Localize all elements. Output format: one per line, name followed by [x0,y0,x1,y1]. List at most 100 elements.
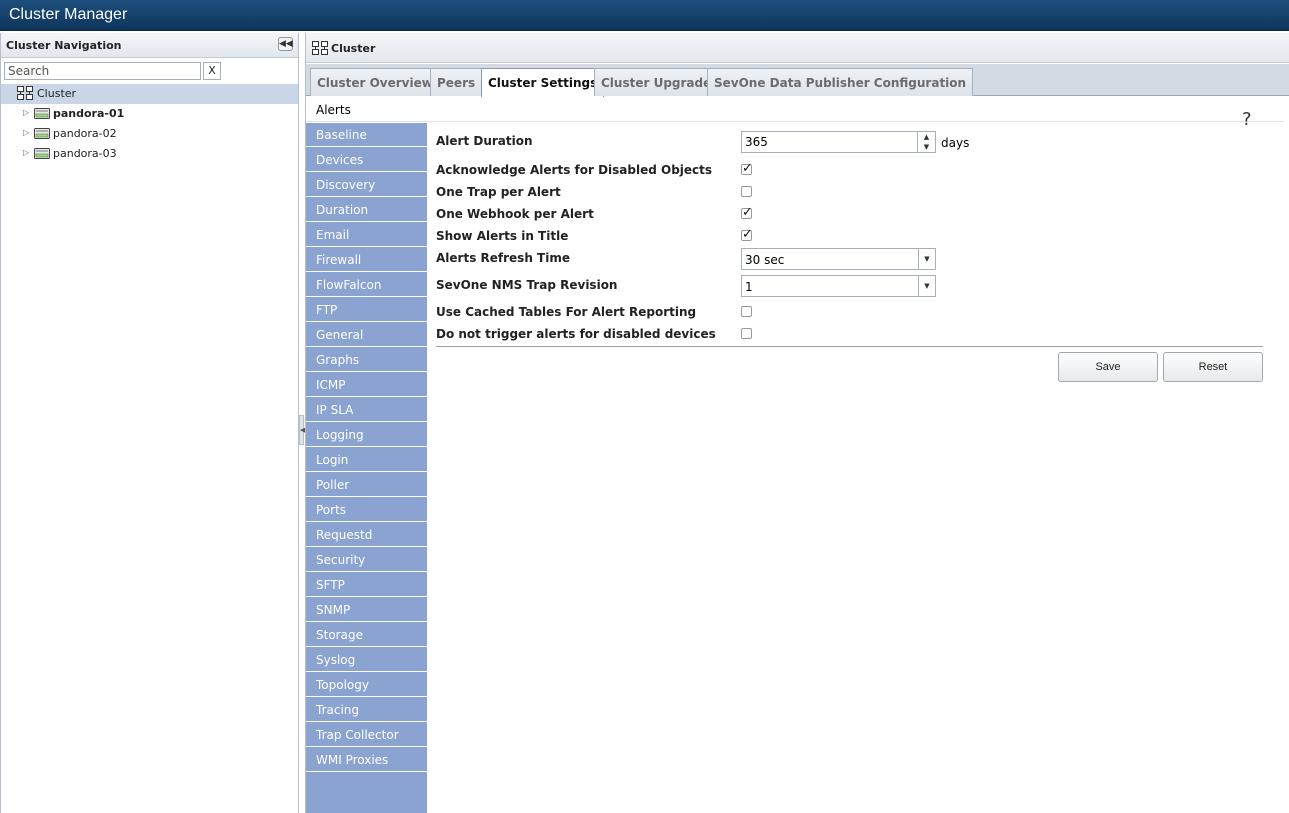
settings-nav-item-firewall[interactable]: Firewall [306,248,427,272]
trap-revision-row: SevOne NMS Trap Revision 1 ▼ [436,275,1266,297]
one-trap-checkbox[interactable] [741,186,752,197]
settings-nav-item-devices[interactable]: Devices [306,148,427,172]
server-icon [34,146,50,163]
alert-duration-value: 365 [745,135,768,149]
spinner-arrows-icon[interactable]: ▲ ▼ [917,132,935,152]
cluster-icon [17,86,33,103]
refresh-time-row: Alerts Refresh Time 30 sec ▼ [436,248,1266,270]
settings-subheader: Alerts [306,97,1284,122]
settings-nav-item-ports[interactable]: Ports [306,498,427,522]
settings-nav-item-tracing[interactable]: Tracing [306,698,427,722]
splitter-collapse-icon[interactable]: ◀ [299,415,305,445]
cluster-tree: Cluster ▷ pandora-01 ▷ pandora-02 ▷ pand… [1,84,298,164]
cluster-title: Cluster [331,42,376,55]
one-webhook-checkbox[interactable] [741,205,753,220]
help-icon[interactable]: ? [1242,109,1252,130]
one-webhook-row: One Webhook per Alert [436,204,1266,224]
expand-arrow-icon[interactable]: ▷ [23,108,31,118]
tree-item-label: pandora-01 [53,107,125,120]
tab-cluster-overview[interactable]: Cluster Overview [310,68,440,96]
tree-item-pandora-03[interactable]: ▷ pandora-03 [1,144,298,164]
settings-nav-item-duration[interactable]: Duration [306,198,427,222]
tree-item-cluster[interactable]: Cluster [1,84,298,104]
collapse-panel-icon[interactable]: ◀◀ [278,37,293,51]
settings-nav-item-ip-sla[interactable]: IP SLA [306,398,427,422]
alert-duration-label: Alert Duration [436,134,533,148]
one-trap-label: One Trap per Alert [436,185,561,199]
settings-nav-item-icmp[interactable]: ICMP [306,373,427,397]
ack-disabled-checkbox[interactable] [741,161,753,176]
settings-nav-item-baseline[interactable]: Baseline [306,123,427,147]
settings-category-nav: Baseline Devices Discovery Duration Email Fir… [306,123,427,813]
settings-nav-item-general[interactable]: General [306,323,427,347]
no-trigger-disabled-row: Do not trigger alerts for disabled devic… [436,324,1266,344]
settings-nav-item-syslog[interactable]: Syslog [306,648,427,672]
tab-peers[interactable]: Peers [430,68,483,96]
trap-revision-select[interactable]: 1 ▼ [741,275,936,297]
settings-nav-item-graphs[interactable]: Graphs [306,348,427,372]
settings-nav-item-snmp[interactable]: SNMP [306,598,427,622]
expand-arrow-icon[interactable]: ▷ [23,128,31,138]
settings-nav-item-ftp[interactable]: FTP [306,298,427,322]
dropdown-arrow-icon[interactable]: ▼ [918,276,935,296]
subtab-alerts[interactable]: Alerts [316,103,351,117]
save-button[interactable]: Save [1058,352,1158,382]
tree-item-label: pandora-02 [53,127,117,140]
search-input[interactable] [4,62,201,80]
tree-item-pandora-01[interactable]: ▷ pandora-01 [1,104,298,124]
cluster-navigation-panel: Cluster Navigation ◀◀ X Cluster ▷ [0,33,299,813]
tab-data-publisher-configuration[interactable]: SevOne Data Publisher Configuration [707,68,974,96]
cached-tables-checkbox[interactable] [741,306,752,317]
settings-nav-item-poller[interactable]: Poller [306,473,427,497]
no-trigger-disabled-checkbox[interactable] [741,328,752,339]
one-webhook-label: One Webhook per Alert [436,207,594,221]
ack-disabled-label: Acknowledge Alerts for Disabled Objects [436,163,713,177]
server-icon [34,126,50,143]
reset-button[interactable]: Reset [1163,352,1263,382]
settings-nav-item-flowfalcon[interactable]: FlowFalcon [306,273,427,297]
clear-search-button[interactable]: X [203,62,221,80]
settings-nav-item-trap-collector[interactable]: Trap Collector [306,723,427,747]
settings-nav-item-login[interactable]: Login [306,448,427,472]
cached-tables-label: Use Cached Tables For Alert Reporting [436,305,697,319]
alert-duration-row: Alert Duration 365 ▲ ▼ days [436,131,1266,153]
settings-nav-item-wmi-proxies[interactable]: WMI Proxies [306,748,427,772]
cached-tables-row: Use Cached Tables For Alert Reporting [436,302,1266,322]
refresh-time-value: 30 sec [745,253,785,267]
cluster-navigation-header: Cluster Navigation ◀◀ [1,33,298,58]
cluster-navigation-title: Cluster Navigation [6,39,122,52]
server-icon [34,106,50,123]
settings-nav-item-email[interactable]: Email [306,223,427,247]
tab-cluster-upgrade[interactable]: Cluster Upgrade [594,68,719,96]
settings-nav-item-logging[interactable]: Logging [306,423,427,447]
tab-cluster-settings[interactable]: Cluster Settings [481,68,605,97]
refresh-time-select[interactable]: 30 sec ▼ [741,248,936,270]
refresh-time-label: Alerts Refresh Time [436,251,570,265]
one-trap-row: One Trap per Alert [436,182,1266,202]
tree-item-label: Cluster [37,87,77,100]
alert-duration-unit: days [941,136,970,150]
main-tab-bar: Cluster Overview Peers Cluster Settings … [306,64,1289,97]
trap-revision-value: 1 [745,280,753,294]
cluster-main-panel: Cluster Cluster Overview Peers Cluster S… [305,33,1289,813]
no-trigger-disabled-label: Do not trigger alerts for disabled devic… [436,327,716,341]
show-in-title-checkbox[interactable] [741,227,753,242]
settings-nav-item-topology[interactable]: Topology [306,673,427,697]
settings-nav-item-sftp[interactable]: SFTP [306,573,427,597]
cluster-icon [312,41,328,58]
form-divider [436,346,1263,347]
app-titlebar: Cluster Manager [0,0,1289,31]
trap-revision-label: SevOne NMS Trap Revision [436,278,618,292]
settings-nav-item-security[interactable]: Security [306,548,427,572]
tree-item-label: pandora-03 [53,147,117,160]
expand-arrow-icon[interactable]: ▷ [23,148,31,158]
alert-duration-input[interactable]: 365 ▲ ▼ [741,131,936,153]
settings-nav-item-storage[interactable]: Storage [306,623,427,647]
cluster-header: Cluster [306,33,1289,63]
settings-nav-item-requestd[interactable]: Requestd [306,523,427,547]
dropdown-arrow-icon[interactable]: ▼ [918,249,935,269]
show-in-title-row: Show Alerts in Title [436,226,1266,246]
app-title: Cluster Manager [9,6,128,23]
tree-item-pandora-02[interactable]: ▷ pandora-02 [1,124,298,144]
settings-nav-item-discovery[interactable]: Discovery [306,173,427,197]
